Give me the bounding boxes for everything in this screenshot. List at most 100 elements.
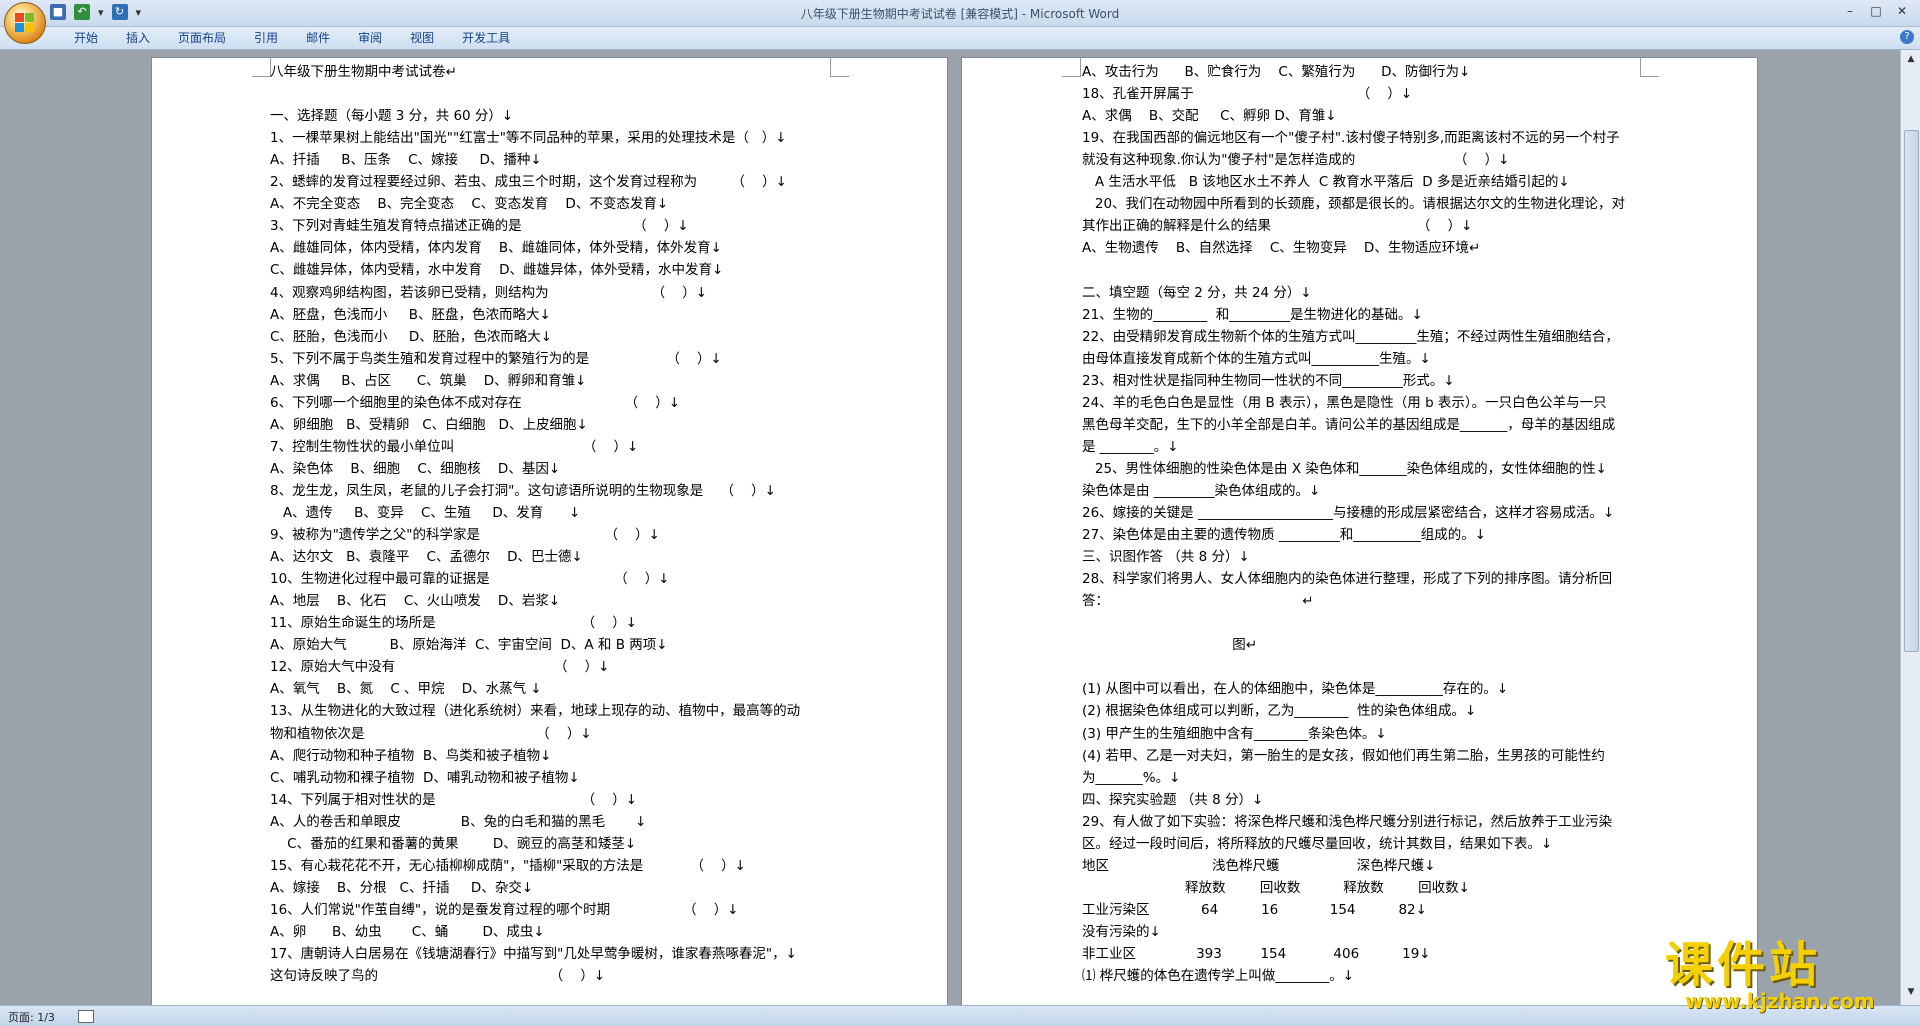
document-line[interactable]: 黑色母羊交配，生下的小羊全部是白羊。请问公羊的基因组成是_______，母羊的基… [1082,415,1615,435]
document-line[interactable]: 6、下列哪一个细胞里的染色体不成对存在 （ ）↓ [270,393,680,413]
document-line[interactable]: 8、龙生龙，凤生凤，老鼠的儿子会打洞"。这句谚语所说明的生物现象是 （ ）↓ [270,481,776,501]
document-line[interactable]: 是 ________。↓ [1082,437,1179,457]
document-line[interactable]: (3) 甲产生的生殖细胞中含有________条染色体。↓ [1082,724,1387,744]
document-line[interactable]: A、染色体 B、细胞 C、细胞核 D、基因↓ [270,459,560,479]
document-line[interactable]: 22、由受精卵发育成生物新个体的生殖方式叫_________生殖；不经过两性生殖… [1082,327,1619,347]
tab-view[interactable]: 视图 [396,30,448,46]
undo-dropdown-icon[interactable]: ▾ [98,6,104,19]
document-line[interactable]: 4、观察鸡卵结构图，若该卵已受精，则结构为 （ ）↓ [270,283,707,303]
document-line[interactable]: 26、嫁接的关键是 ____________________与接穗的形成层紧密结… [1082,503,1614,523]
document-line[interactable]: 19、在我国西部的偏远地区有一个"傻子村".该村傻子特别多,而距离该村不远的另一… [1082,128,1620,148]
page-count[interactable]: 页面: 1/3 [8,1009,55,1025]
document-line[interactable]: 29、有人做了如下实验：将深色桦尺蠖和浅色桦尺蠖分别进行标记，然后放养于工业污染 [1082,812,1612,832]
document-line[interactable]: 3、下列对青蛙生殖发育特点描述正确的是 （ ）↓ [270,216,689,236]
maximize-icon[interactable]: □ [1864,2,1888,20]
document-line[interactable]: 工业污染区 64 16 154 82↓ [1082,900,1427,920]
document-line[interactable]: 没有污染的↓ [1082,922,1161,942]
document-line[interactable]: C、番茄的红果和番薯的黄果 D、豌豆的高茎和矮茎↓ [270,834,636,854]
document-line[interactable]: 由母体直接发育成新个体的生殖方式叫__________生殖。↓ [1082,349,1431,369]
tab-mailings[interactable]: 邮件 [292,30,344,46]
document-line[interactable]: 11、原始生命诞生的场所是 （ ）↓ [270,613,637,633]
document-line[interactable]: 9、被称为"遗传学之父"的科学家是 （ ）↓ [270,525,660,545]
document-line[interactable]: 这句诗反映了鸟的 （ ）↓ [270,966,605,986]
document-line[interactable]: A、达尔文 B、袁隆平 C、孟德尔 D、巴士德↓ [270,547,583,567]
tab-insert[interactable]: 插入 [112,30,164,46]
document-line[interactable]: 区。经过一段时间后，将所释放的尺蠖尽量回收，统计其数目，结果如下表。↓ [1082,834,1552,854]
document-line[interactable]: A、不完全变态 B、完全变态 C、变态发育 D、不变态发育↓ [270,194,668,214]
document-line[interactable]: C、雌雄异体，体内受精，水中发育 D、雌雄异体，体外受精，水中发育↓ [270,260,723,280]
document-line[interactable]: A、生物遗传 B、自然选择 C、生物变异 D、生物适应环境↵ [1082,238,1480,258]
tab-developer[interactable]: 开发工具 [448,30,524,46]
tab-references[interactable]: 引用 [240,30,292,46]
close-icon[interactable]: ✕ [1890,2,1914,20]
undo-icon[interactable]: ↶ [74,4,90,20]
proofing-icon[interactable] [78,1010,94,1023]
document-line[interactable]: 2、蟋蟀的发育过程要经过卵、若虫、成虫三个时期，这个发育过程称为 （ ）↓ [270,172,787,192]
document-line[interactable]: 就没有这种现象.你认为"傻子村"是怎样造成的 （ ）↓ [1082,150,1509,170]
document-line[interactable]: A、卵 B、幼虫 C、蛹 D、成虫↓ [270,922,545,942]
document-line[interactable]: 14、下列属于相对性状的是 （ ）↓ [270,790,637,810]
document-line[interactable]: ⑴ 桦尺蠖的体色在遗传学上叫做________。↓ [1082,966,1354,986]
document-line[interactable]: 其作出正确的解释是什么的结果 （ ）↓ [1082,216,1472,236]
document-line[interactable]: A、遗传 B、变异 C、生殖 D、发育 ↓ [270,503,580,523]
save-icon[interactable]: ■ [50,4,66,20]
document-line[interactable]: A、胚盘，色浅而小 B、胚盘，色浓而略大↓ [270,305,551,325]
document-line[interactable]: 八年级下册生物期中考试试卷↵ [270,62,457,82]
document-line[interactable]: A、爬行动物和种子植物 B、鸟类和被子植物↓ [270,746,551,766]
tab-home[interactable]: 开始 [60,30,112,46]
document-line[interactable]: 四、探究实验题 （共 8 分）↓ [1082,790,1263,810]
document-line[interactable]: A、氧气 B、氮 C 、甲烷 D、水蒸气 ↓ [270,679,542,699]
document-line[interactable]: A、人的卷舌和单眼皮 B、兔的白毛和猫的黑毛 ↓ [270,812,646,832]
tab-review[interactable]: 审阅 [344,30,396,46]
document-line[interactable]: 答： ↵ [1082,591,1313,611]
help-icon[interactable]: ? [1900,30,1914,44]
document-line[interactable]: 25、男性体细胞的性染色体是由 X 染色体和_______染色体组成的，女性体细… [1082,459,1607,479]
document-line[interactable]: 三、识图作答 （共 8 分）↓ [1082,547,1250,567]
minimize-icon[interactable]: – [1838,2,1862,20]
document-line[interactable]: 13、从生物进化的大致过程（进化系统树）来看，地球上现存的动、植物中，最高等的动 [270,701,800,721]
document-line[interactable]: 7、控制生物性状的最小单位叫 （ ）↓ [270,437,638,457]
vertical-scrollbar[interactable]: ▲ ▼ [1900,50,1920,1005]
scroll-thumb[interactable] [1904,130,1919,652]
document-line[interactable]: 15、有心栽花花不开，无心插柳柳成荫"，"插柳"采取的方法是 （ ）↓ [270,856,746,876]
document-line[interactable]: C、哺乳动物和裸子植物 D、哺乳动物和被子植物↓ [270,768,580,788]
customize-toolbar-icon[interactable]: ▾ [136,6,142,19]
document-line[interactable]: C、胚胎，色浅而小 D、胚胎，色浓而略大↓ [270,327,552,347]
document-line[interactable]: A、雌雄同体，体内受精，体内发育 B、雌雄同体，体外受精，体外发育↓ [270,238,722,258]
document-line[interactable]: 5、下列不属于鸟类生殖和发育过程中的繁殖行为的是 （ ）↓ [270,349,722,369]
document-line[interactable]: A 生活水平低 B 该地区水土不养人 C 教育水平落后 D 多是近亲结婚引起的↓ [1082,172,1570,192]
scroll-up-icon[interactable]: ▲ [1904,52,1918,66]
document-line[interactable]: (2) 根据染色体组成可以判断，乙为________ 性的染色体组成。↓ [1082,701,1476,721]
document-page-left[interactable]: 八年级下册生物期中考试试卷↵ 一、选择题（每小题 3 分，共 60 分）↓ 1、一棵… [152,58,947,1005]
document-page-right[interactable]: A、攻击行为 B、贮食行为 C、繁殖行为 D、防御行为↓ 18、孔雀开屏属于 （ … [962,58,1757,1005]
document-line[interactable]: 为_______%。↓ [1082,768,1180,788]
document-line[interactable]: 非工业区 393 154 406 19↓ [1082,944,1431,964]
document-line[interactable]: 17、唐朝诗人白居易在《钱塘湖春行》中描写到"几处早莺争暖树，谁家春燕啄春泥"，… [270,944,797,964]
document-line[interactable]: 二、填空题（每空 2 分，共 24 分）↓ [1082,283,1312,303]
document-line[interactable]: A、求偶 B、占区 C、筑巢 D、孵卵和育雏↓ [270,371,587,391]
document-line[interactable]: A、原始大气 B、原始海洋 C、宇宙空间 D、A 和 B 两项↓ [270,635,668,655]
document-line[interactable]: 释放数 回收数 释放数 回收数↓ [1082,878,1470,898]
document-line[interactable]: 地区 浅色桦尺蠖 深色桦尺蠖↓ [1082,856,1436,876]
document-line[interactable]: 23、相对性状是指同种生物同一性状的不同_________形式。↓ [1082,371,1455,391]
document-line[interactable]: 12、原始大气中没有 （ ）↓ [270,657,609,677]
document-line[interactable]: 28、科学家们将男人、女人体细胞内的染色体进行整理，形成了下列的排序图。请分析回 [1082,569,1612,589]
document-line[interactable]: 图↵ [1082,635,1257,655]
tab-page-layout[interactable]: 页面布局 [164,30,240,46]
document-line[interactable]: 一、选择题（每小题 3 分，共 60 分）↓ [270,106,513,126]
document-line[interactable]: A、地层 B、化石 C、火山喷发 D、岩浆↓ [270,591,560,611]
document-line[interactable]: (1) 从图中可以看出，在人的体细胞中，染色体是__________存在的。↓ [1082,679,1508,699]
document-line[interactable]: 27、染色体是由主要的遗传物质 _________和__________组成的。… [1082,525,1486,545]
office-button[interactable] [4,2,46,44]
document-line[interactable]: 20、我们在动物园中所看到的长颈鹿，颈都是很长的。请根据达尔文的生物进化理论，对 [1082,194,1625,214]
document-line[interactable]: 10、生物进化过程中最可靠的证据是 （ ）↓ [270,569,670,589]
redo-icon[interactable]: ↻ [111,4,128,20]
document-line[interactable]: 染色体是由 _________染色体组成的。↓ [1082,481,1320,501]
document-line[interactable]: 16、人们常说"作茧自缚"，说的是蚕发育过程的哪个时期 （ ）↓ [270,900,739,920]
document-line[interactable]: 1、一棵苹果树上能结出"国光""红富士"等不同品种的苹果，采用的处理技术是（ ）… [270,128,787,148]
document-line[interactable]: 24、羊的毛色白色是显性（用 B 表示），黑色是隐性（用 b 表示）。一只白色公… [1082,393,1607,413]
document-line[interactable]: A、扦插 B、压条 C、嫁接 D、播种↓ [270,150,542,170]
document-line[interactable]: A、卵细胞 B、受精卵 C、白细胞 D、上皮细胞↓ [270,415,588,435]
document-line[interactable]: A、攻击行为 B、贮食行为 C、繁殖行为 D、防御行为↓ [1082,62,1470,82]
document-line[interactable]: 18、孔雀开屏属于 （ ）↓ [1082,84,1412,104]
